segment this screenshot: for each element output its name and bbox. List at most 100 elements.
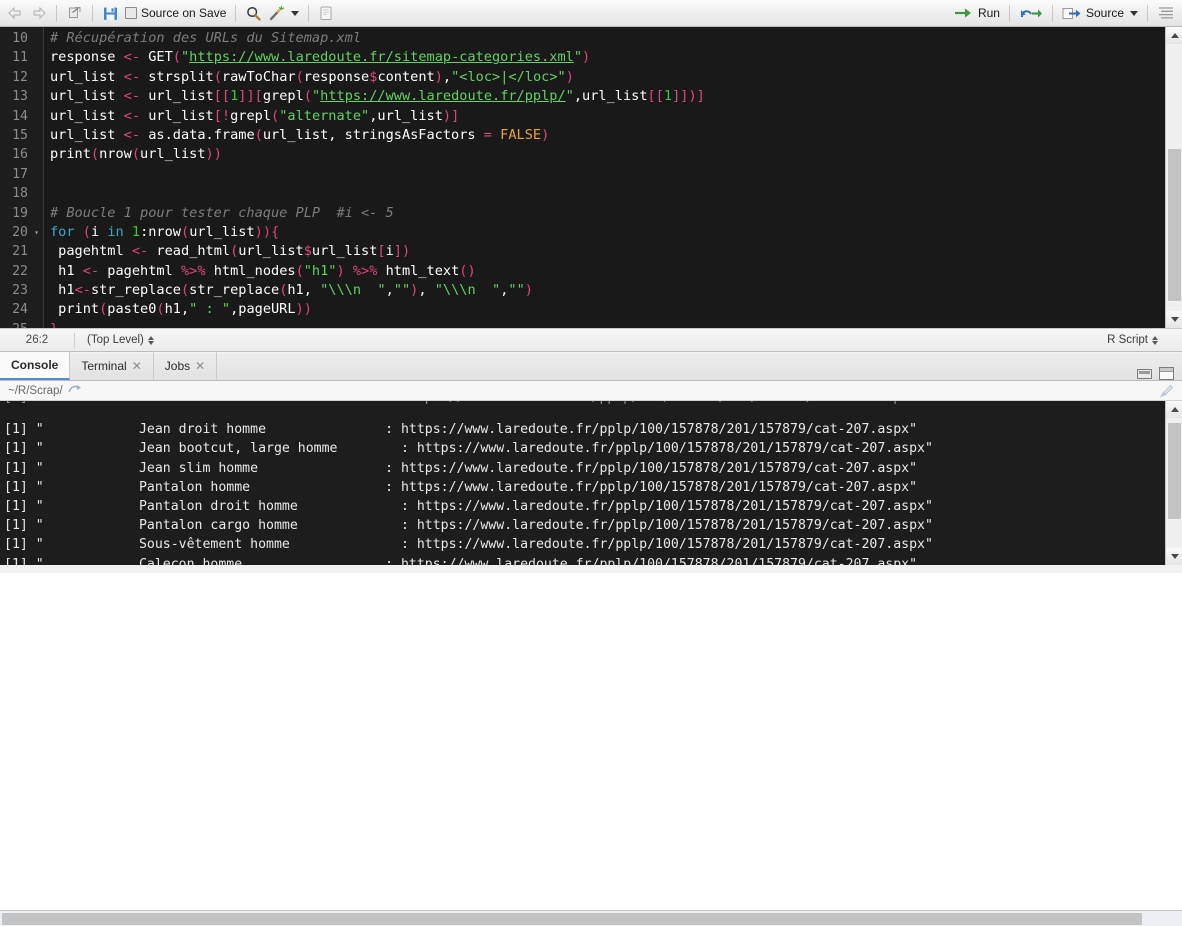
console-scroll-thumb[interactable]: [1168, 423, 1181, 519]
code-token: ): [582, 49, 591, 66]
clear-console-button[interactable]: [1158, 384, 1182, 398]
compile-report-button[interactable]: [315, 3, 337, 24]
toolbar-separator: [1051, 4, 1053, 22]
code-tools-button[interactable]: [265, 3, 302, 24]
scroll-down-arrow[interactable]: [1166, 311, 1182, 328]
code-token: (: [82, 223, 91, 240]
code-lines[interactable]: 10 # Récupération des URLs du Sitemap.xml…: [0, 27, 1138, 328]
back-arrow-icon: [7, 6, 24, 20]
popout-arrow-icon[interactable]: [67, 383, 82, 398]
code-token: FALSE: [500, 126, 542, 143]
back-button[interactable]: [4, 3, 27, 24]
console-output[interactable]: [1] " Jeans homme : https://www.laredout…: [0, 401, 1165, 565]
console-pane: Console Terminal ✕ Jobs ✕ ~/R/Scrap/ [1]…: [0, 352, 1182, 926]
code-token: )): [295, 301, 312, 318]
code-token: html_text: [377, 262, 460, 279]
code-token: # Boucle 1 pour tester chaque PLP #i <- …: [50, 204, 394, 221]
show-in-new-window-button[interactable]: [63, 3, 86, 24]
console-hscroll-thumb[interactable]: [2, 913, 1142, 925]
code-line[interactable]: 16 print(nrow(url_list)): [0, 145, 1138, 164]
code-token: GET: [140, 49, 173, 66]
code-line[interactable]: 20 ▾ for (i in 1:nrow(url_list)){: [0, 223, 1138, 242]
code-token: nrow: [99, 146, 132, 163]
save-icon: [102, 5, 119, 22]
code-token: pagehtml: [50, 243, 132, 260]
run-button[interactable]: Run: [951, 3, 1003, 24]
code-line[interactable]: 15 url_list <- as.data.frame(url_list, st…: [0, 126, 1138, 145]
code-token: url_list: [50, 88, 124, 105]
close-icon[interactable]: ✕: [195, 360, 205, 372]
maximize-icon[interactable]: [1159, 367, 1174, 380]
code-text: url_list <- url_list[[1]][grepl("https:/…: [43, 87, 705, 106]
forward-button[interactable]: [27, 3, 50, 24]
code-line[interactable]: 13 url_list <- url_list[[1]][grepl("https…: [0, 87, 1138, 106]
code-line[interactable]: 22 h1 <- pagehtml %>% html_nodes("h1") %…: [0, 262, 1138, 281]
code-token: rawToChar: [221, 68, 296, 85]
code-text: pagehtml <- read_html(url_list$url_list[…: [43, 242, 410, 261]
code-line[interactable]: 23 h1<-str_replace(str_replace(h1, "\\\n…: [0, 281, 1138, 300]
source-button[interactable]: Source: [1059, 3, 1141, 24]
code-line[interactable]: 18: [0, 184, 1138, 203]
code-line[interactable]: 14 url_list <- url_list[!grepl("alternate…: [0, 107, 1138, 126]
tab-terminal[interactable]: Terminal ✕: [70, 352, 154, 380]
console-vertical-scrollbar[interactable]: [1165, 401, 1182, 565]
code-line[interactable]: 12 url_list <- strsplit(rawToChar(respons…: [0, 68, 1138, 87]
source-pane: Source on Save Run Source 10 # Récupérat…: [0, 0, 1182, 353]
line-number: 20: [12, 224, 28, 240]
code-token: in: [107, 223, 124, 240]
find-replace-button[interactable]: [242, 3, 265, 24]
code-token: 1: [131, 223, 141, 240]
code-token: [[: [213, 88, 231, 105]
code-line[interactable]: 24 print(paste0(h1," : ",pageURL)): [0, 300, 1138, 319]
scope-selector[interactable]: (Top Level): [75, 334, 154, 346]
code-token: }: [50, 321, 58, 328]
code-line[interactable]: 25}: [0, 320, 1138, 328]
chevron-down-icon[interactable]: [1130, 10, 1138, 16]
code-token: url_list: [238, 243, 304, 260]
code-token: "\\\n ": [434, 282, 501, 299]
tab-jobs[interactable]: Jobs ✕: [154, 352, 218, 380]
fold-toggle-icon[interactable]: ▾: [30, 223, 43, 242]
document-outline-button[interactable]: [1154, 3, 1178, 24]
code-token: str_replace: [189, 282, 280, 299]
code-token: 1: [663, 88, 673, 105]
chevron-down-icon[interactable]: [291, 10, 300, 16]
tab-console[interactable]: Console: [0, 352, 71, 380]
code-token: ,: [442, 68, 452, 85]
code-text: print(nrow(url_list)): [43, 145, 222, 164]
minimize-icon[interactable]: [1137, 368, 1152, 379]
scroll-up-arrow[interactable]: [1166, 27, 1182, 44]
code-token: print: [50, 301, 100, 318]
scroll-down-arrow[interactable]: [1166, 548, 1182, 565]
editor-scroll-thumb[interactable]: [1168, 149, 1181, 301]
code-line[interactable]: 21 pagehtml <- read_html(url_list$url_li…: [0, 242, 1138, 261]
code-token: h1,: [287, 282, 321, 299]
code-editor[interactable]: 10 # Récupération des URLs du Sitemap.xml…: [0, 27, 1182, 328]
code-token: <-: [123, 68, 141, 85]
console-output-line: [1] " Jeans homme : https://www.laredout…: [0, 401, 1165, 407]
code-token: as.data.frame: [140, 126, 255, 143]
scroll-up-arrow[interactable]: [1166, 401, 1182, 418]
magic-wand-icon: [268, 5, 285, 22]
code-token: (: [131, 146, 141, 163]
save-button[interactable]: [99, 3, 122, 24]
close-icon[interactable]: ✕: [132, 360, 142, 372]
code-line[interactable]: 11 response <- GET("https://www.laredoute…: [0, 48, 1138, 67]
rerun-button[interactable]: [1016, 3, 1046, 24]
code-token: content: [377, 68, 435, 85]
code-line[interactable]: 10 # Récupération des URLs du Sitemap.xml: [0, 29, 1138, 48]
code-text: # Récupération des URLs du Sitemap.xml: [43, 29, 361, 48]
file-type-selector[interactable]: R Script: [1107, 334, 1182, 346]
console-output-line: [1] " Pantalon cargo homme : https://www…: [4, 518, 933, 534]
code-text: h1 <- pagehtml %>% html_nodes("h1") %>% …: [43, 262, 475, 281]
source-on-save-toggle[interactable]: Source on Save: [122, 3, 229, 24]
editor-vertical-scrollbar[interactable]: [1165, 27, 1182, 328]
code-line[interactable]: 19 # Boucle 1 pour tester chaque PLP #i <…: [0, 204, 1138, 223]
source-on-save-checkbox[interactable]: [125, 7, 137, 19]
code-line[interactable]: 17: [0, 165, 1138, 184]
line-number: 21: [12, 244, 28, 260]
code-token: <-: [123, 49, 141, 66]
code-token: paste0: [107, 301, 157, 318]
console-horizontal-scrollbar[interactable]: [0, 910, 1182, 926]
